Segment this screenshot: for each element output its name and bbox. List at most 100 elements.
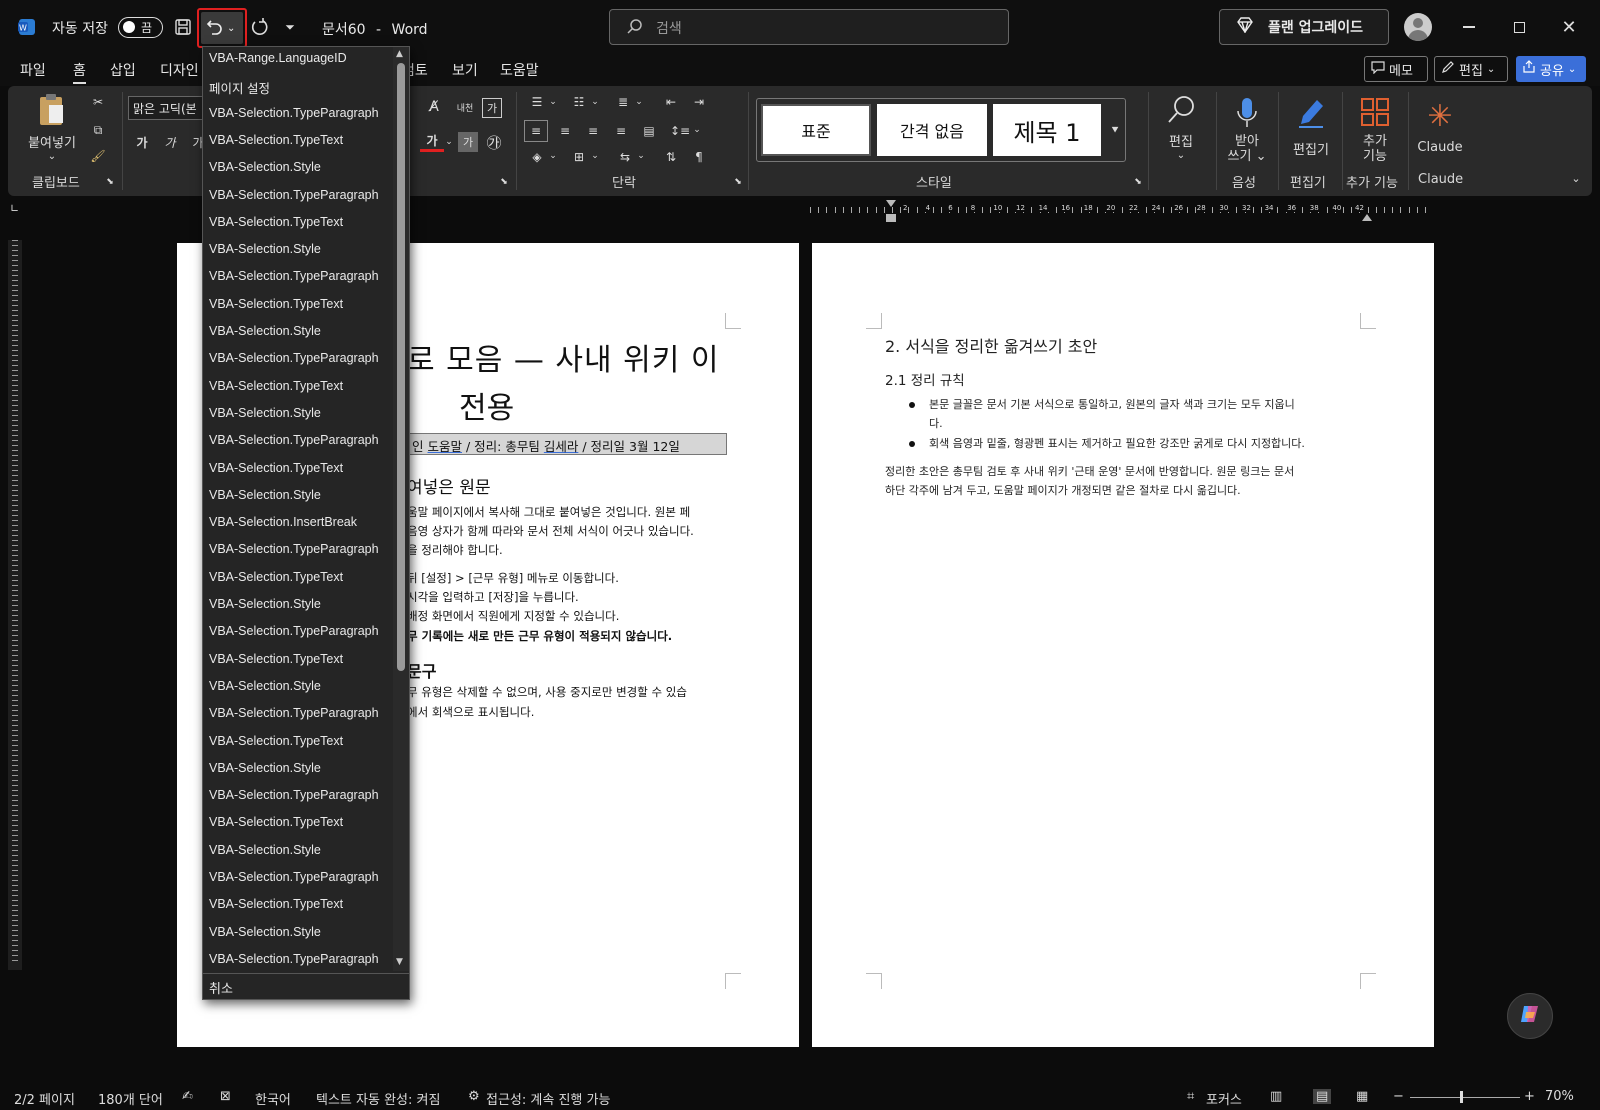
undo-history-item[interactable]: VBA-Selection.Style: [209, 843, 321, 857]
scroll-up-icon[interactable]: ▲: [396, 49, 403, 59]
tab-selector-icon[interactable]: ∟: [10, 202, 19, 215]
horizontal-ruler[interactable]: 2 4 6 8 10 12 14 16 18 20 22 24 26 28 30 32 34 36 38 40 42: [810, 200, 1436, 222]
indent-marker-left[interactable]: [886, 200, 896, 207]
char-shading-button[interactable]: 가: [458, 132, 478, 152]
enclosed-char-icon[interactable]: ㉮: [484, 132, 504, 152]
tab-design[interactable]: 디자인: [160, 60, 199, 80]
avatar[interactable]: [1404, 13, 1432, 41]
focus-label[interactable]: 포커스: [1206, 1089, 1242, 1108]
editor-button[interactable]: 편집기: [1284, 90, 1338, 164]
distributed-icon[interactable]: ▤: [638, 120, 660, 142]
undo-history-item[interactable]: VBA-Selection.Style: [209, 925, 321, 939]
style-heading-1[interactable]: 제목 1: [993, 104, 1101, 156]
minimize-icon[interactable]: [1456, 14, 1482, 40]
undo-history-item[interactable]: VBA-Selection.TypeText: [209, 652, 343, 666]
find-editing-button[interactable]: 편집 ⌄: [1156, 90, 1206, 164]
align-center-icon[interactable]: ≡: [554, 120, 576, 142]
undo-history-item[interactable]: VBA-Selection.Style: [209, 324, 321, 338]
undo-history-item[interactable]: VBA-Selection.TypeText: [209, 133, 343, 147]
bold-button[interactable]: 가: [132, 132, 152, 152]
dialog-launcher-icon[interactable]: ⬊: [732, 176, 744, 188]
language-status[interactable]: 한국어: [255, 1089, 291, 1108]
quick-access-customize-icon[interactable]: ⏷: [282, 18, 298, 36]
undo-history-dropdown[interactable]: VBA-Range.LanguageID 페이지 설정 VBA-Selection.…: [202, 46, 410, 1000]
page-count[interactable]: 2/2 페이지: [14, 1089, 75, 1108]
tab-help[interactable]: 도움말: [500, 60, 539, 80]
undo-history-item[interactable]: VBA-Selection.TypeParagraph: [209, 351, 379, 365]
undo-dropdown-chevron-icon[interactable]: ⌄: [227, 23, 235, 34]
cut-icon[interactable]: ✂: [88, 92, 108, 112]
sort-icon[interactable]: ⇅: [660, 146, 682, 168]
chevron-down-icon[interactable]: ⌄: [634, 94, 644, 110]
dialog-launcher-icon[interactable]: ⬊: [104, 176, 116, 188]
undo-history-item[interactable]: VBA-Selection.Style: [209, 160, 321, 174]
undo-history-item[interactable]: VBA-Selection.TypeText: [209, 815, 343, 829]
zoom-slider[interactable]: [1410, 1091, 1520, 1103]
memo-button[interactable]: 메모: [1364, 56, 1428, 82]
undo-history-item[interactable]: VBA-Selection.TypeParagraph: [209, 870, 379, 884]
italic-button[interactable]: 가: [160, 132, 180, 152]
proofing-icon[interactable]: ✍: [182, 1089, 193, 1104]
add-ins-button[interactable]: 추가 기능: [1348, 90, 1402, 170]
undo-history-item[interactable]: VBA-Selection.Style: [209, 597, 321, 611]
text-direction-icon[interactable]: ⇆: [614, 146, 636, 168]
tab-file[interactable]: 파일: [20, 60, 46, 80]
chevron-down-icon[interactable]: ⌄: [548, 94, 558, 110]
share-button[interactable]: 공유 ⌄: [1516, 56, 1586, 82]
undo-history-item[interactable]: VBA-Selection.Style: [209, 679, 321, 693]
zoom-slider-thumb[interactable]: [1460, 1091, 1463, 1103]
undo-list-scrollbar[interactable]: ▲ ▼: [393, 47, 409, 971]
paste-button[interactable]: 붙여넣기 ⌄: [22, 92, 82, 162]
bullets-icon[interactable]: ☰: [526, 92, 548, 112]
undo-history-item[interactable]: VBA-Selection.Style: [209, 488, 321, 502]
hanja-button[interactable]: 내천: [452, 96, 478, 118]
save-icon[interactable]: [172, 16, 194, 38]
undo-history-item[interactable]: VBA-Selection.TypeParagraph: [209, 106, 379, 120]
zoom-in-icon[interactable]: +: [1524, 1089, 1535, 1104]
document-page-2[interactable]: 2. 서식을 정리한 옮겨쓰기 초안 2.1 정리 규칙 본문 글꼴은 문서 기…: [812, 243, 1434, 1047]
text-prediction-status[interactable]: 텍스트 자동 완성: 켜짐: [316, 1089, 440, 1108]
tab-home[interactable]: 홈: [73, 60, 86, 84]
undo-history-item[interactable]: VBA-Selection.TypeParagraph: [209, 433, 379, 447]
claude-button[interactable]: ✳ Claude: [1412, 90, 1468, 164]
align-left-icon[interactable]: ≡: [524, 120, 548, 142]
font-name-box[interactable]: 맑은 고딕(본: [128, 96, 208, 120]
undo-history-item[interactable]: VBA-Selection.TypeText: [209, 570, 343, 584]
align-right-icon[interactable]: ≡: [582, 120, 604, 142]
style-normal[interactable]: 표준: [761, 104, 871, 156]
tab-view[interactable]: 보기: [452, 60, 478, 80]
plan-upgrade-button[interactable]: 플랜 업그레이드: [1219, 9, 1389, 45]
autosave-toggle[interactable]: 끔: [118, 17, 163, 38]
increase-indent-icon[interactable]: ⇥: [688, 92, 710, 112]
chevron-down-icon[interactable]: ⌄: [636, 148, 646, 164]
line-spacing-icon[interactable]: ↕≡: [668, 120, 692, 142]
web-layout-icon[interactable]: ▦: [1356, 1089, 1368, 1104]
track-changes-icon[interactable]: ⊠: [220, 1089, 231, 1104]
undo-history-item[interactable]: VBA-Selection.TypeText: [209, 734, 343, 748]
focus-icon[interactable]: ⌗: [1187, 1089, 1194, 1104]
format-painter-icon[interactable]: 🖌: [88, 146, 108, 166]
undo-history-item[interactable]: VBA-Selection.Style: [209, 242, 321, 256]
redo-icon[interactable]: [248, 16, 270, 38]
chevron-down-icon[interactable]: ⌄: [590, 148, 600, 164]
char-border-button[interactable]: 가: [482, 98, 502, 118]
multilevel-list-icon[interactable]: ≣: [612, 92, 634, 112]
copilot-button[interactable]: [1507, 993, 1553, 1039]
numbering-icon[interactable]: ☷: [568, 92, 590, 112]
editing-mode-button[interactable]: 편집 ⌄: [1434, 56, 1508, 82]
font-color-button[interactable]: 가: [420, 132, 444, 152]
undo-history-item[interactable]: VBA-Selection.InsertBreak: [209, 515, 357, 529]
undo-history-item[interactable]: VBA-Selection.TypeParagraph: [209, 706, 379, 720]
undo-cancel-row[interactable]: 취소: [203, 973, 409, 999]
clear-formatting-icon[interactable]: A̸: [424, 96, 444, 118]
undo-history-item[interactable]: VBA-Selection.TypeParagraph: [209, 788, 379, 802]
undo-button[interactable]: ⌄: [197, 8, 247, 48]
undo-history-item[interactable]: VBA-Selection.Style: [209, 761, 321, 775]
chevron-down-icon[interactable]: ⌄: [548, 148, 558, 164]
maximize-icon[interactable]: [1506, 14, 1532, 40]
dialog-launcher-icon[interactable]: ⬊: [1132, 176, 1144, 188]
undo-history-item[interactable]: VBA-Selection.TypeText: [209, 461, 343, 475]
undo-history-item[interactable]: VBA-Range.LanguageID: [209, 51, 347, 65]
decrease-indent-icon[interactable]: ⇤: [660, 92, 682, 112]
scroll-down-icon[interactable]: ▼: [396, 957, 403, 967]
